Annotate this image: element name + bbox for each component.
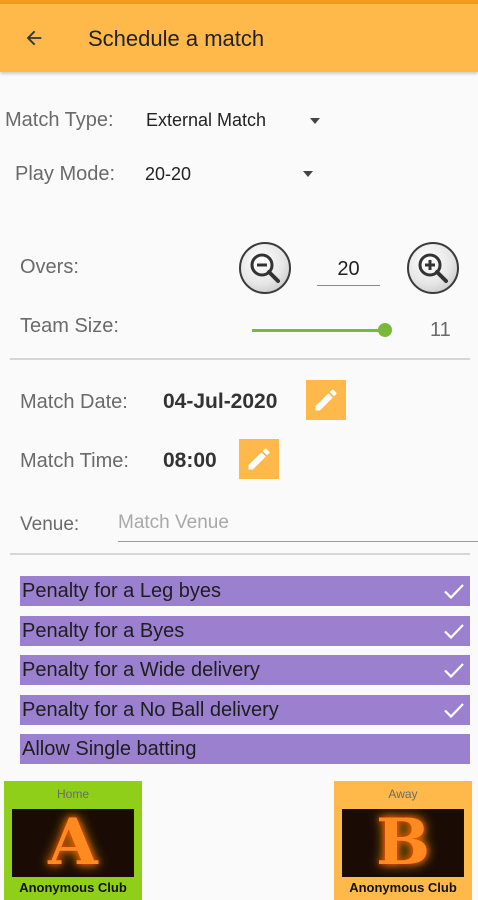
checkmark-icon	[444, 703, 464, 719]
away-team-logo: B	[342, 809, 464, 877]
match-time-value: 08:00	[163, 449, 217, 472]
match-type-dropdown[interactable]: External Match	[140, 104, 330, 138]
zoom-in-icon	[418, 253, 448, 283]
divider	[10, 358, 470, 360]
home-label: Home	[56, 787, 89, 801]
arrow-back-icon	[26, 30, 42, 46]
away-label: Away	[388, 787, 418, 801]
checkmark-icon	[444, 624, 464, 640]
match-type-value: External Match	[146, 110, 267, 130]
team-logo-letter: A	[48, 809, 98, 877]
decrease-overs-button[interactable]	[239, 242, 291, 294]
play-mode-label: Play Mode:	[15, 163, 116, 185]
penalty-label: Allow Single batting	[22, 737, 197, 760]
match-date-value: 04-Jul-2020	[163, 390, 278, 413]
match-time-label: Match Time:	[20, 450, 129, 472]
edit-date-button[interactable]	[306, 380, 346, 420]
increase-overs-button[interactable]	[407, 242, 459, 294]
checkmark-icon	[444, 663, 464, 679]
play-mode-dropdown[interactable]: 20-20	[140, 158, 320, 192]
team-size-slider-thumb[interactable]	[378, 323, 392, 337]
chevron-down-icon	[303, 171, 313, 177]
zoom-out-icon	[250, 253, 280, 283]
chevron-down-icon	[310, 118, 320, 124]
match-date-label: Match Date:	[20, 391, 128, 413]
penalty-label: Penalty for a Leg byes	[22, 579, 222, 602]
edit-time-button[interactable]	[239, 439, 279, 479]
penalty-wide-delivery-checkbox[interactable]: Penalty for a Wide delivery	[20, 655, 470, 685]
penalty-byes-checkbox[interactable]: Penalty for a Byes	[20, 616, 470, 646]
app-bar: Schedule a match	[0, 4, 478, 72]
overs-label: Overs:	[20, 256, 79, 278]
divider	[10, 553, 470, 555]
team-size-slider[interactable]	[252, 329, 386, 332]
venue-label: Venue:	[20, 514, 80, 535]
schedule-match-screen: Schedule a match Match Type: External Ma…	[0, 0, 478, 900]
team-logo-letter: B	[375, 809, 431, 877]
venue-input[interactable]: Match Venue	[118, 508, 478, 542]
penalty-label: Penalty for a Byes	[22, 619, 185, 642]
home-team-name: Anonymous Club	[19, 880, 127, 895]
pencil-icon	[248, 448, 270, 470]
checkmark-icon	[444, 584, 464, 600]
home-team-card[interactable]: Home A Anonymous Club	[4, 781, 142, 900]
page-title: Schedule a match	[88, 26, 265, 51]
back-button[interactable]	[18, 22, 50, 54]
match-type-label: Match Type:	[5, 109, 114, 131]
team-size-value: 11	[430, 319, 451, 341]
away-team-card[interactable]: Away B Anonymous Club	[334, 781, 472, 900]
away-team-name: Anonymous Club	[349, 880, 457, 895]
pencil-icon	[315, 389, 337, 411]
penalty-leg-byes-checkbox[interactable]: Penalty for a Leg byes	[20, 576, 470, 606]
team-size-label: Team Size:	[20, 315, 119, 337]
overs-input[interactable]: 20	[317, 252, 380, 286]
play-mode-value: 20-20	[145, 164, 192, 184]
home-team-logo: A	[12, 809, 134, 877]
penalty-no-ball-checkbox[interactable]: Penalty for a No Ball delivery	[20, 695, 470, 725]
penalty-label: Penalty for a No Ball delivery	[22, 698, 279, 721]
allow-single-batting-checkbox[interactable]: Allow Single batting	[20, 734, 470, 764]
penalty-label: Penalty for a Wide delivery	[22, 658, 260, 681]
